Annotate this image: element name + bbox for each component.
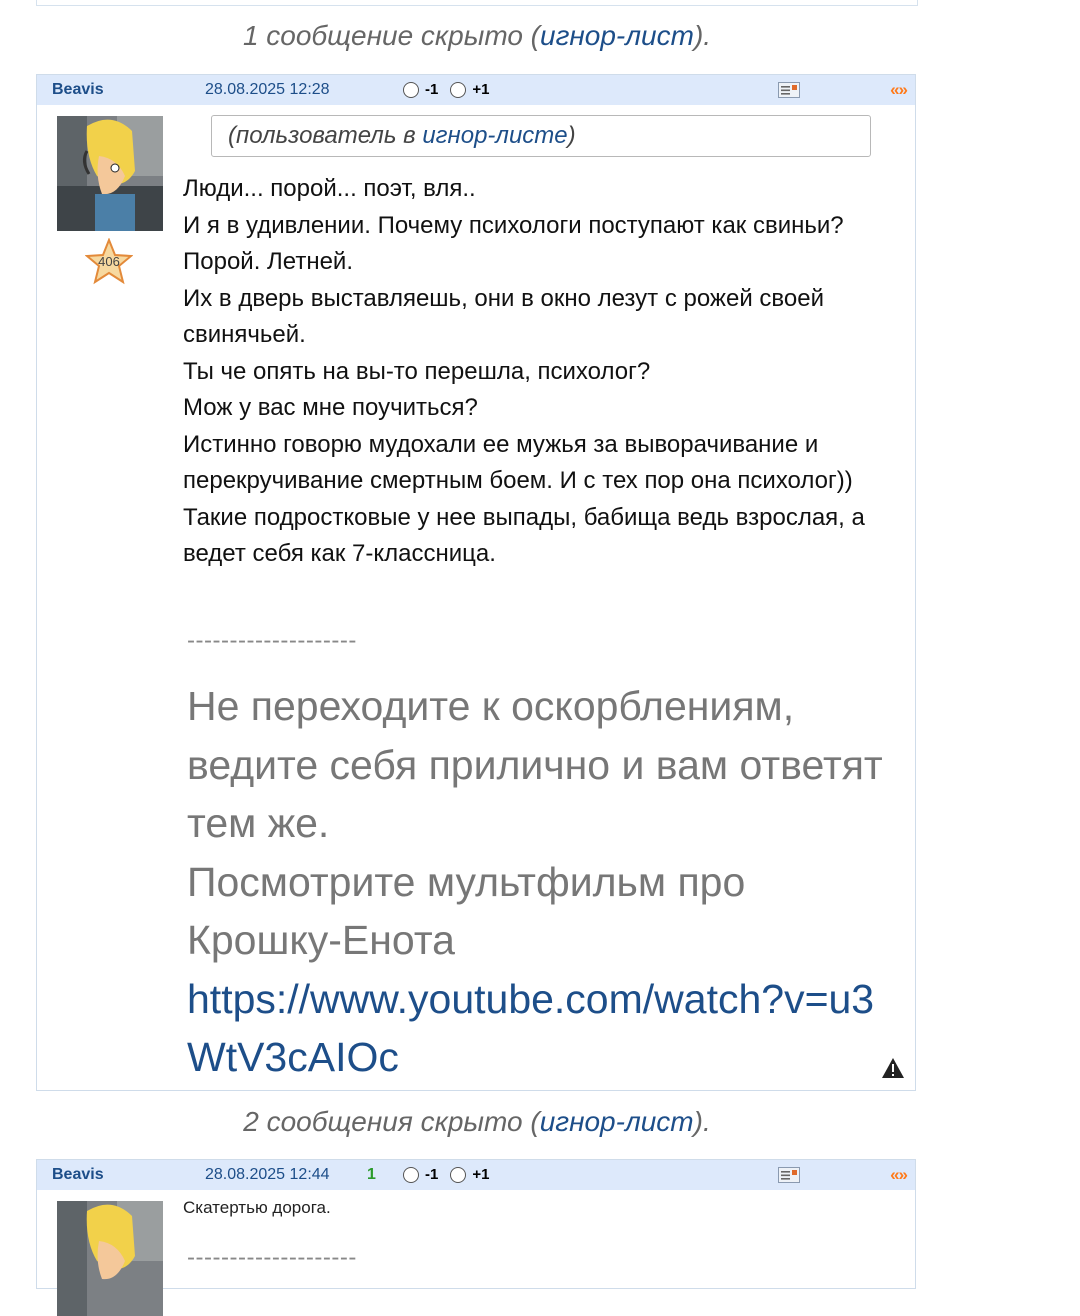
- avatar[interactable]: [57, 1201, 163, 1316]
- notice-text: 1 сообщение скрыто (: [242, 20, 540, 51]
- author-name[interactable]: Beavis: [52, 1160, 104, 1190]
- post-score: 1: [367, 1166, 376, 1183]
- message-line: Мож у вас мне поучиться?: [183, 394, 478, 421]
- signature-line: Посмотрите мультфильм про Крошку-Енота: [187, 858, 746, 964]
- notice-suffix: ).: [693, 20, 712, 51]
- signature-separator: --------------------: [187, 1244, 357, 1271]
- quote-icon[interactable]: «»: [890, 75, 908, 105]
- vote-plus-radio[interactable]: [450, 1167, 467, 1183]
- post-date[interactable]: 28.08.2025 12:28: [205, 75, 330, 105]
- signature-link[interactable]: https://www.youtube.com/watch?v=u3WtV3cA…: [187, 976, 874, 1081]
- hidden-messages-notice: 2 сообщения скрыто (игнор-лист).: [36, 1106, 918, 1138]
- signature-line: Не переходите к оскорблениям, ведите себ…: [187, 683, 883, 846]
- forum-post: Beavis 28.08.2025 12:44 1 -1 +1 «» Скате…: [36, 1159, 916, 1316]
- avatar[interactable]: [57, 116, 163, 231]
- author-name[interactable]: Beavis: [52, 75, 104, 105]
- signature: Не переходите к оскорблениям, ведите себ…: [187, 677, 887, 1087]
- vote-plus-label: +1: [472, 81, 490, 98]
- post-header: Beavis 28.08.2025 12:44 1 -1 +1 «»: [37, 1160, 915, 1190]
- post-message: Скатертью дорога.: [183, 1198, 331, 1217]
- post-header: Beavis 28.08.2025 12:28 -1 +1 «»: [37, 75, 915, 105]
- message-line: Ты че опять на вы-то перешла, психолог?: [183, 357, 651, 385]
- message-line: Их в дверь выставляешь, они в окно лезут…: [183, 284, 824, 349]
- notice-suffix: ).: [693, 1106, 711, 1137]
- forum-post: Beavis 28.08.2025 12:28 -1 +1 «» 406 (по…: [36, 74, 916, 1091]
- signature-separator: --------------------: [187, 627, 357, 654]
- post-message: Люди... порой... поэт, вля.. И я в удивл…: [183, 171, 903, 573]
- message-line: И я в удивлении. Почему психологи поступ…: [183, 211, 844, 276]
- previous-post-bottom: [36, 0, 918, 6]
- ignore-prefix: (пользователь в: [228, 122, 423, 149]
- hidden-messages-notice: 1 сообщение скрыто (игнор-лист).: [36, 20, 918, 52]
- business-card-icon[interactable]: [778, 82, 800, 98]
- ignore-suffix: ): [567, 122, 576, 149]
- message-line: Истинно говорю мудохали ее мужья за выво…: [183, 430, 853, 495]
- message-line: Такие подростковые у нее выпады, бабища …: [183, 503, 865, 568]
- vote-controls: -1 +1: [403, 1160, 495, 1190]
- message-line: Люди... порой... поэт, вля..: [183, 175, 476, 202]
- vote-controls: -1 +1: [403, 75, 495, 105]
- post-date[interactable]: 28.08.2025 12:44: [205, 1160, 330, 1190]
- vote-plus-label: +1: [472, 1166, 490, 1183]
- vote-minus-radio[interactable]: [403, 82, 419, 98]
- ignore-list-link[interactable]: игнор-листе: [422, 122, 567, 149]
- ignore-list-link[interactable]: игнор-лист: [540, 20, 694, 51]
- vote-plus-radio[interactable]: [450, 82, 467, 98]
- quote-icon[interactable]: «»: [890, 1160, 908, 1190]
- vote-minus-label: -1: [425, 81, 439, 98]
- rating-badge: 406: [98, 254, 120, 269]
- star-badge-icon: 406: [85, 238, 133, 285]
- vote-minus-radio[interactable]: [403, 1167, 419, 1183]
- ignore-list-link[interactable]: игнор-лист: [540, 1106, 694, 1137]
- business-card-icon[interactable]: [778, 1167, 800, 1183]
- warning-icon[interactable]: [881, 1057, 905, 1079]
- ignore-notice: (пользователь в игнор-листе): [211, 115, 871, 157]
- notice-text: 2 сообщения скрыто (: [243, 1106, 540, 1137]
- vote-minus-label: -1: [425, 1166, 439, 1183]
